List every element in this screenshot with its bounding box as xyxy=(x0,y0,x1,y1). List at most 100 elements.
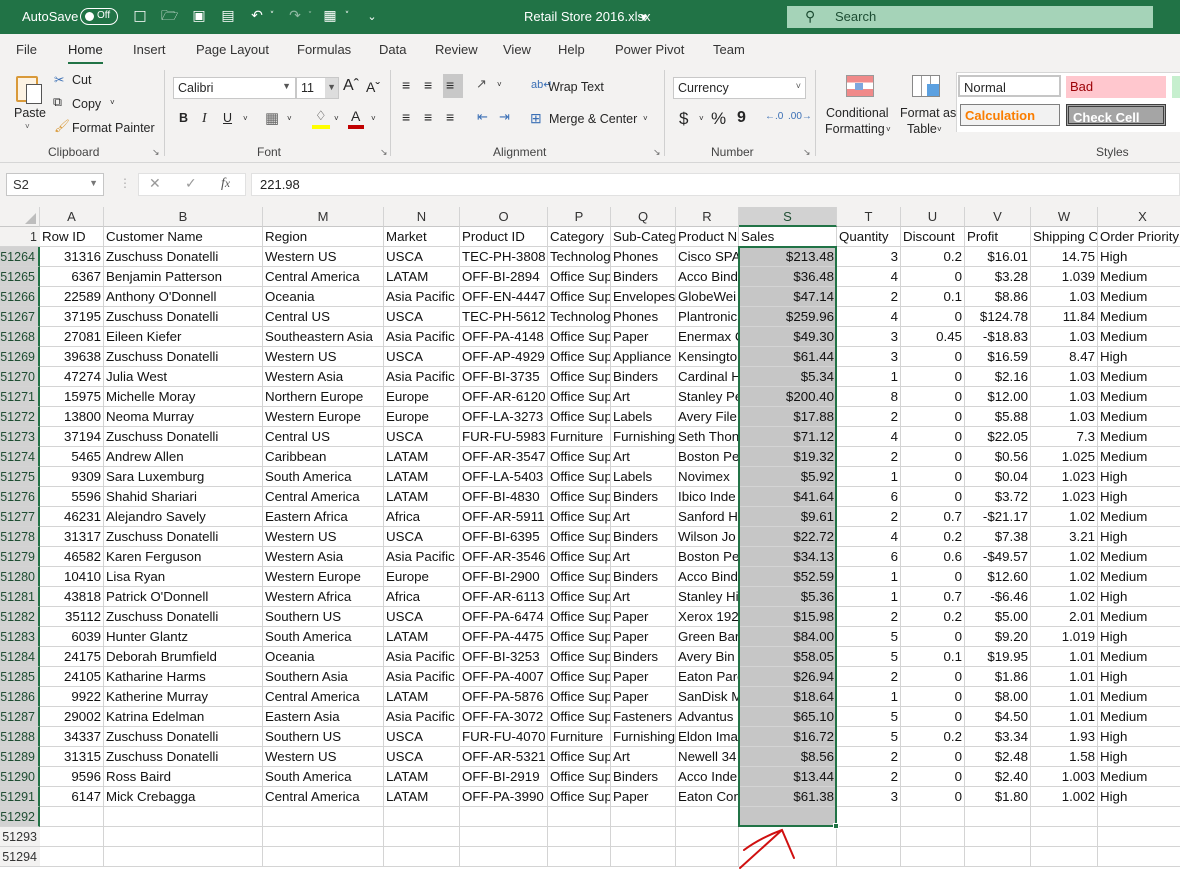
table-cell[interactable]: 2 xyxy=(837,607,901,627)
table-cell[interactable]: Eaton Parc xyxy=(676,667,739,687)
table-cell[interactable]: 24105 xyxy=(40,667,104,687)
table-cell[interactable]: Southern Asia xyxy=(263,667,384,687)
header-cell[interactable]: Customer Name xyxy=(104,227,263,247)
table-cell[interactable]: Office Sup xyxy=(548,347,611,367)
table-cell[interactable]: 1.01 xyxy=(1031,647,1098,667)
table-cell[interactable]: $3.28 xyxy=(965,267,1031,287)
column-header-u[interactable]: U xyxy=(901,207,965,227)
table-cell[interactable]: $18.64 xyxy=(739,687,837,707)
table-cell[interactable]: Central America xyxy=(263,787,384,807)
table-cell[interactable]: Africa xyxy=(384,587,460,607)
table-cell[interactable]: OFF-PA-6474 xyxy=(460,607,548,627)
table-cell[interactable]: $200.40 xyxy=(739,387,837,407)
row-header[interactable]: 51287 xyxy=(0,707,40,727)
table-cell[interactable]: High xyxy=(1098,247,1180,267)
table-cell[interactable]: Medium xyxy=(1098,307,1180,327)
table-cell[interactable]: 0.1 xyxy=(901,287,965,307)
table-cell[interactable]: High xyxy=(1098,487,1180,507)
table-cell[interactable]: Office Sup xyxy=(548,767,611,787)
table-cell[interactable]: Binders xyxy=(611,267,676,287)
table-cell[interactable]: 0 xyxy=(901,347,965,367)
table-cell[interactable]: Avery File xyxy=(676,407,739,427)
table-cell[interactable]: LATAM xyxy=(384,787,460,807)
table-cell[interactable]: 9596 xyxy=(40,767,104,787)
table-cell[interactable]: 6 xyxy=(837,547,901,567)
tab-power-pivot[interactable]: Power Pivot xyxy=(615,42,684,57)
table-cell[interactable]: 37194 xyxy=(40,427,104,447)
table-cell[interactable]: 1.02 xyxy=(1031,547,1098,567)
table-cell[interactable]: 0.2 xyxy=(901,527,965,547)
document-title[interactable]: Retail Store 2016.xlsx xyxy=(524,9,650,24)
table-cell[interactable]: Western Europe xyxy=(263,407,384,427)
table-cell[interactable] xyxy=(1098,807,1180,827)
table-cell[interactable]: $61.38 xyxy=(739,787,837,807)
table-cell[interactable]: $16.01 xyxy=(965,247,1031,267)
table-cell[interactable]: Europe xyxy=(384,567,460,587)
table-cell[interactable]: 1.019 xyxy=(1031,627,1098,647)
style-normal[interactable]: Normal xyxy=(958,75,1061,97)
table-cell[interactable]: 47274 xyxy=(40,367,104,387)
row-header[interactable]: 51270 xyxy=(0,367,40,387)
table-cell[interactable] xyxy=(1031,827,1098,847)
table-cell[interactable]: Cisco SPA xyxy=(676,247,739,267)
table-cell[interactable]: OFF-EN-4447 xyxy=(460,287,548,307)
row-header[interactable]: 51279 xyxy=(0,547,40,567)
table-cell[interactable]: Labels xyxy=(611,407,676,427)
currency-button[interactable]: $ xyxy=(679,109,688,129)
table-cell[interactable]: OFF-BI-3253 xyxy=(460,647,548,667)
table-cell[interactable]: High xyxy=(1098,347,1180,367)
table-cell[interactable]: 37195 xyxy=(40,307,104,327)
search-box[interactable]: ⚲ Search xyxy=(787,6,1153,28)
table-cell[interactable] xyxy=(104,847,263,867)
table-cell[interactable]: Stanley Pe xyxy=(676,387,739,407)
increase-indent-icon[interactable]: ⇥ xyxy=(499,109,510,125)
table-cell[interactable]: Office Sup xyxy=(548,527,611,547)
table-cell[interactable]: 3 xyxy=(837,247,901,267)
table-cell[interactable]: 5 xyxy=(837,727,901,747)
table-cell[interactable]: 1.01 xyxy=(1031,667,1098,687)
table-cell[interactable]: Anthony O'Donnell xyxy=(104,287,263,307)
table-cell[interactable]: 29002 xyxy=(40,707,104,727)
column-header-r[interactable]: R xyxy=(676,207,739,227)
column-header-a[interactable]: A xyxy=(40,207,104,227)
table-cell[interactable]: 0 xyxy=(901,767,965,787)
table-cell[interactable]: OFF-AR-3546 xyxy=(460,547,548,567)
table-cell[interactable] xyxy=(263,807,384,827)
table-cell[interactable]: Africa xyxy=(384,507,460,527)
bold-button[interactable]: B xyxy=(179,111,188,125)
table-cell[interactable]: Office Sup xyxy=(548,567,611,587)
table-cell[interactable]: Office Sup xyxy=(548,607,611,627)
table-cell[interactable]: USCA xyxy=(384,607,460,627)
table-cell[interactable]: Europe xyxy=(384,387,460,407)
row-header[interactable]: 51269 xyxy=(0,347,40,367)
table-cell[interactable]: 1.02 xyxy=(1031,587,1098,607)
table-cell[interactable]: $15.98 xyxy=(739,607,837,627)
align-top-icon[interactable]: ≡ xyxy=(402,77,410,93)
table-cell[interactable]: 1.93 xyxy=(1031,727,1098,747)
table-cell[interactable]: Northern Europe xyxy=(263,387,384,407)
table-cell[interactable]: $2.48 xyxy=(965,747,1031,767)
table-cell[interactable]: Western US xyxy=(263,747,384,767)
table-cell[interactable]: OFF-LA-3273 xyxy=(460,407,548,427)
table-cell[interactable]: Office Sup xyxy=(548,547,611,567)
table-cell[interactable]: Katrina Edelman xyxy=(104,707,263,727)
redo-icon[interactable]: ↷ xyxy=(287,8,303,25)
table-cell[interactable] xyxy=(1098,847,1180,867)
merge-center-button[interactable]: Merge & Center xyxy=(549,112,637,126)
table-cell[interactable]: Western US xyxy=(263,247,384,267)
table-cell[interactable]: 0.45 xyxy=(901,327,965,347)
table-cell[interactable] xyxy=(263,827,384,847)
table-cell[interactable] xyxy=(837,807,901,827)
table-cell[interactable]: LATAM xyxy=(384,447,460,467)
table-cell[interactable]: $16.72 xyxy=(739,727,837,747)
table-cell[interactable]: Paper xyxy=(611,667,676,687)
table-cell[interactable]: Office Sup xyxy=(548,267,611,287)
table-cell[interactable]: 3 xyxy=(837,327,901,347)
table-cell[interactable]: 1.03 xyxy=(1031,327,1098,347)
table-cell[interactable]: OFF-AR-6113 xyxy=(460,587,548,607)
table-cell[interactable]: LATAM xyxy=(384,687,460,707)
table-cell[interactable]: Xerox 192 xyxy=(676,607,739,627)
autosave-toggle[interactable]: Off xyxy=(80,8,118,25)
decrease-indent-icon[interactable]: ⇤ xyxy=(477,109,488,125)
table-cell[interactable]: Central US xyxy=(263,427,384,447)
